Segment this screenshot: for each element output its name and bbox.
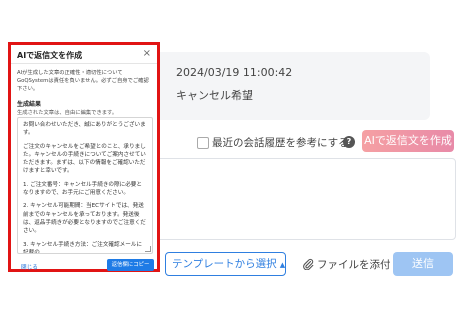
generated-paragraph: 3. キャンセル手続き方法：ご注文確認メールに記載の	[23, 241, 142, 254]
close-icon[interactable]: ×	[143, 48, 151, 59]
dialog-notice: AIが生成した文章の正確性・適切性について GoQSystemは責任を負いません…	[17, 70, 149, 93]
caret-up-icon: ▲	[279, 261, 286, 269]
template-select-label: テンプレートから選択	[172, 258, 277, 270]
attach-file-label: ファイルを添付	[317, 259, 391, 271]
resize-handle-icon[interactable]	[145, 246, 151, 252]
ai-reply-dialog: AIで返信文を作成 × AIが生成した文章の正確性・適切性について GoQSys…	[8, 42, 160, 272]
reply-controls: 最近の会話履歴を参考にする ? AIで返信文を作成	[150, 128, 455, 156]
generated-text-area[interactable]: お問い合わせいただき、誠にありがとうございます。 ご注文のキャンセルをご希望との…	[17, 117, 153, 254]
message-text: キャンセル希望	[176, 89, 253, 102]
history-checkbox[interactable]	[197, 137, 209, 149]
generated-paragraph: 1. ご注文番号：キャンセル手続きの際に必要となりますので、お手元にご用意くださ…	[23, 181, 142, 197]
generated-paragraph: お問い合わせいただき、誠にありがとうございます。	[23, 122, 146, 137]
message-date: 2024/03/19 11:00:42	[176, 66, 293, 79]
attach-file-button[interactable]: ファイルを添付	[302, 257, 391, 272]
message-card: 2024/03/19 11:00:42 キャンセル希望	[150, 52, 430, 120]
close-link[interactable]: 閉じる	[21, 263, 38, 271]
generated-paragraph: ご注文のキャンセルをご希望とのこと、承りました。キャンセルの手続きについてご案内…	[23, 143, 146, 175]
dialog-divider	[11, 63, 157, 64]
history-checkbox-label[interactable]: 最近の会話履歴を参考にする	[212, 135, 349, 150]
result-section-title: 生成結果	[17, 101, 42, 108]
dialog-title: AIで返信文を作成	[17, 51, 83, 60]
result-section-subtitle: 生成された文章は、自由に編集できます。	[17, 110, 118, 116]
reply-textarea[interactable]	[150, 158, 456, 240]
ai-reply-button[interactable]: AIで返信文を作成	[362, 130, 454, 152]
reply-toolbar: テンプレートから選択 ▲ ファイルを添付 送信	[150, 250, 455, 278]
paperclip-icon	[303, 258, 314, 270]
send-button[interactable]: 送信	[393, 252, 453, 276]
help-icon[interactable]: ?	[343, 136, 355, 148]
generated-paragraph: 2. キャンセル可能期間：当ECサイトでは、発送前までのキャンセルを承っておりま…	[23, 203, 146, 235]
copy-to-reply-button[interactable]: 返信欄にコピー	[107, 259, 154, 271]
template-select-button[interactable]: テンプレートから選択 ▲	[165, 252, 286, 276]
